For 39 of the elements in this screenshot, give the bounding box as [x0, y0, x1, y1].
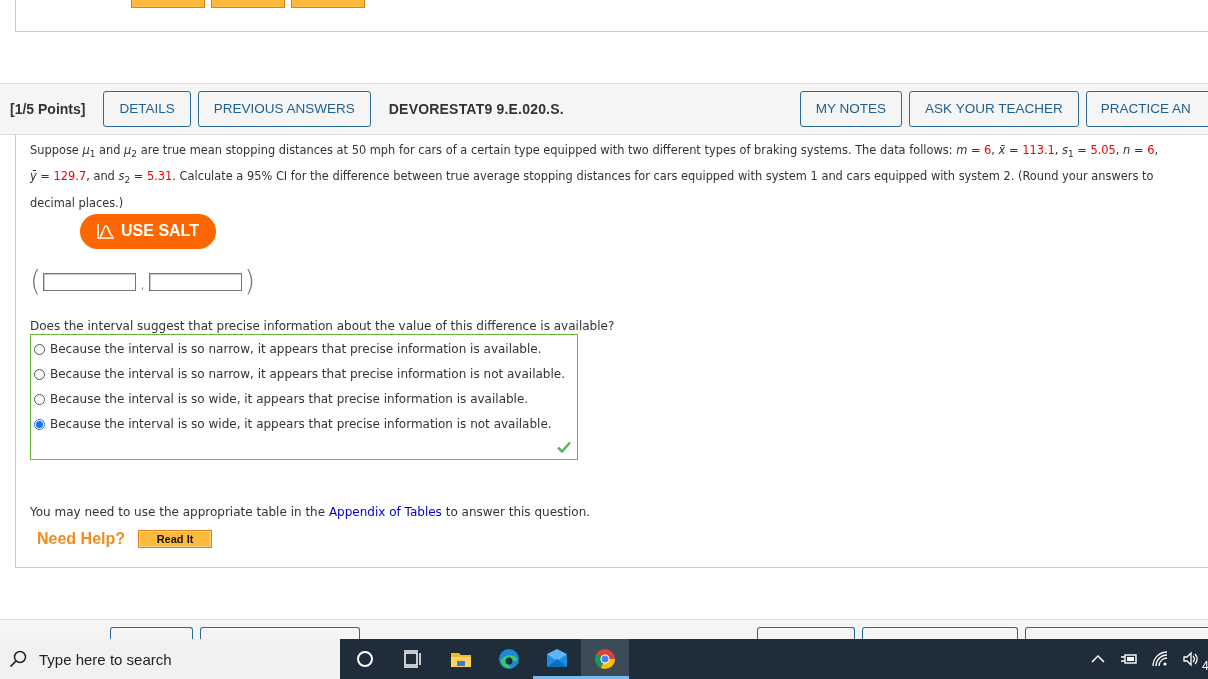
- comma: ,: [140, 279, 145, 293]
- speaker-icon: [1182, 650, 1200, 668]
- edge-icon: [497, 647, 521, 671]
- help-button[interactable]: Read It: [138, 529, 212, 548]
- header-button[interactable]: PREVIOUS ANSWERS: [197, 90, 371, 127]
- parenthesis: (: [30, 266, 41, 297]
- parenthesis: ): [244, 266, 256, 297]
- radio-option[interactable]: Because the interval is so narrow, it appears that precise information is available.: [34, 336, 577, 362]
- question-code: DEVORESTAT9 9.E.020.S.: [388, 100, 564, 117]
- search-icon: [9, 650, 27, 668]
- search-placeholder: Type here to search: [39, 650, 172, 668]
- answer-field[interactable]: [42, 272, 136, 291]
- header-button[interactable]: PRACTICE AN: [1085, 90, 1208, 127]
- appendix-link[interactable]: Appendix of Tables: [328, 504, 442, 519]
- header-button[interactable]: MY NOTES: [799, 90, 903, 127]
- clock-text: 4: [1202, 659, 1208, 673]
- option-label: Because the interval is so narrow, it appears that precise information is available.: [50, 342, 542, 357]
- instruction-text: You may need to use the appropriate table in the Appendix of Tables to answer this question.: [30, 503, 592, 520]
- radio-button[interactable]: [34, 393, 45, 405]
- radio-button[interactable]: [34, 418, 45, 430]
- radio-option[interactable]: Because the interval is so narrow, it appears that precise information is not available.: [34, 361, 577, 387]
- search-field[interactable]: Type here to search: [0, 639, 340, 679]
- radio-button[interactable]: [34, 343, 45, 355]
- points-label: [1/5 Points]: [10, 100, 86, 117]
- radio-option[interactable]: Because the interval is so wide, it appears that precise information is available.: [34, 386, 577, 412]
- wifi-icon: [1151, 650, 1169, 668]
- question-prompt: Does the interval suggest that precise information about the value of this difference is available?: [30, 317, 616, 334]
- radio-button[interactable]: [34, 368, 45, 380]
- question-text: Suppose μ$_{1}$ and μ$_{2}$ are true mean stopping distances at 50 mph for cars of a certain type equipped with two different types of braking systems. The data follows: m = 6, x̄ = 113.1, s$_{1}$ = 5.05, n = 6, ȳ = 129.7, and s$_{2}$ = 5.31. Calculate a 95% CI for the difference between true average stopping distances for cars equipped with system 1 and cars equipped with system 2. (Round your answers to decimal places.): [30, 142, 1159, 212]
- option-label: Because the interval is so narrow, it appears that precise information is not available.: [50, 367, 565, 382]
- option-label: Because the interval is so wide, it appears that precise information is available.: [50, 392, 529, 407]
- answer-field[interactable]: [149, 272, 243, 291]
- option-label: Because the interval is so wide, it appears that precise information is not available.: [50, 417, 552, 432]
- chart-icon: [97, 223, 116, 240]
- radio-option[interactable]: Because the interval is so wide, it appears that precise information is not available.: [34, 411, 577, 437]
- header-button[interactable]: DETAILS: [103, 90, 191, 127]
- header-button[interactable]: ASK YOUR TEACHER: [909, 90, 1079, 127]
- need-help-label: Need Help?: [37, 529, 125, 548]
- chrome-icon: [593, 647, 617, 671]
